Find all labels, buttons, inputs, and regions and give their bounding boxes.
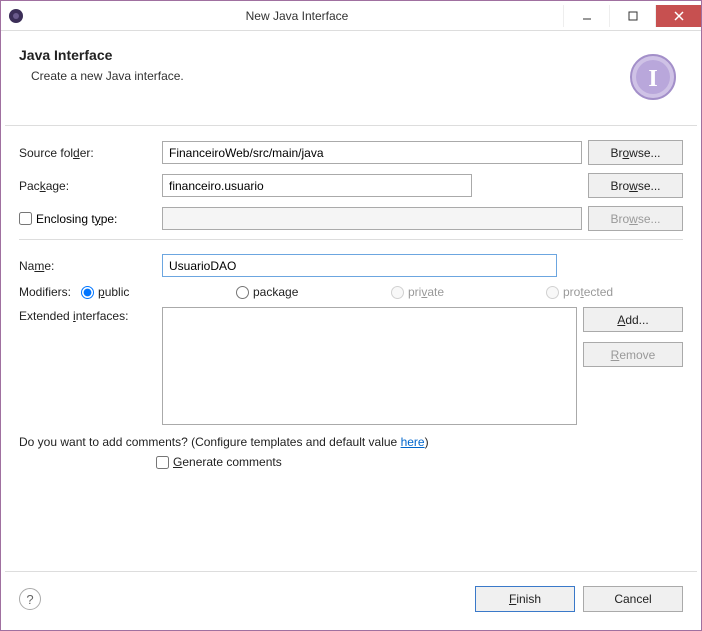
window-title: New Java Interface <box>31 9 563 23</box>
finish-button[interactable]: Finish <box>475 586 575 612</box>
banner-subtitle: Create a new Java interface. <box>19 69 623 83</box>
window-buttons <box>563 5 701 27</box>
modifier-protected: protected <box>546 285 683 299</box>
modifier-private: private <box>391 285 528 299</box>
comments-here-link[interactable]: here <box>401 435 425 449</box>
banner: Java Interface Create a new Java interfa… <box>5 35 697 126</box>
separator <box>19 239 683 240</box>
dialog-content: Java Interface Create a new Java interfa… <box>1 31 701 630</box>
close-button[interactable] <box>655 5 701 27</box>
name-input[interactable] <box>162 254 557 277</box>
generate-comments-checkbox[interactable] <box>156 456 169 469</box>
source-folder-label: Source folder: <box>19 146 156 160</box>
extended-interfaces-label: Extended interfaces: <box>19 307 156 323</box>
banner-title: Java Interface <box>19 47 623 63</box>
remove-button: Remove <box>583 342 683 367</box>
browse-package-button[interactable]: Browse... <box>588 173 683 198</box>
package-input[interactable] <box>162 174 472 197</box>
generate-comments-label: Generate comments <box>173 455 282 469</box>
minimize-button[interactable] <box>563 5 609 27</box>
browse-source-button[interactable]: Browse... <box>588 140 683 165</box>
help-button[interactable]: ? <box>19 588 41 610</box>
browse-enclosing-button: Browse... <box>588 206 683 231</box>
svg-text:I: I <box>648 66 657 92</box>
comments-section: Do you want to add comments? (Configure … <box>19 435 683 469</box>
app-icon <box>1 8 31 24</box>
source-folder-input[interactable] <box>162 141 582 164</box>
package-label: Package: <box>19 179 156 193</box>
titlebar[interactable]: New Java Interface <box>1 1 701 31</box>
modifiers-group: public package private protected <box>81 285 683 299</box>
add-button[interactable]: Add... <box>583 307 683 332</box>
comments-close: ) <box>425 435 429 449</box>
enclosing-type-label: Enclosing type: <box>36 212 117 226</box>
cancel-button[interactable]: Cancel <box>583 586 683 612</box>
enclosing-type-input <box>162 207 582 230</box>
enclosing-type-checkbox[interactable] <box>19 212 32 225</box>
name-label: Name: <box>19 259 156 273</box>
maximize-button[interactable] <box>609 5 655 27</box>
form-area: Source folder: Browse... Package: Browse… <box>5 126 697 475</box>
interface-icon: I <box>623 47 683 107</box>
extended-interfaces-list[interactable] <box>162 307 577 425</box>
footer: ? Finish Cancel <box>5 571 697 626</box>
dialog-window: New Java Interface Java Interface Create… <box>0 0 702 631</box>
comments-text: Do you want to add comments? (Configure … <box>19 435 401 449</box>
modifier-public[interactable]: public <box>81 285 218 299</box>
modifier-package[interactable]: package <box>236 285 373 299</box>
modifiers-label: Modifiers: <box>19 285 75 299</box>
